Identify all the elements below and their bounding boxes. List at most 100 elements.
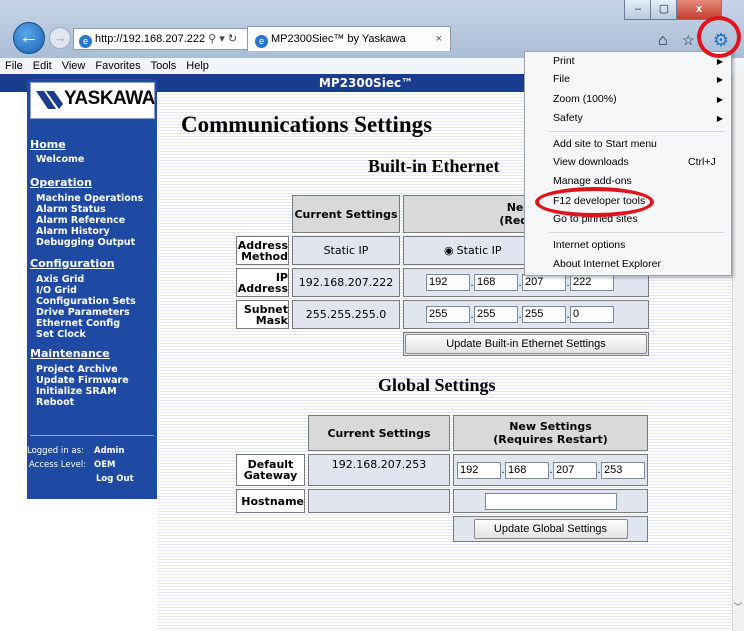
gateway-octet-2-input[interactable]: 168 [505,461,549,479]
ie-logo-icon: e [79,35,92,48]
yaskawa-logo-mark-icon [36,91,63,109]
back-arrow-icon[interactable]: ← [13,22,45,54]
global-settings-table: Current Settings New Settings (Requires R… [233,412,651,545]
ie-logo-icon: e [255,35,268,48]
subnet-octet-4-input[interactable]: 0 [570,306,614,323]
annotation-circle-f12 [535,187,654,217]
sidebar-item-alarm-history[interactable]: Alarm History [36,226,110,237]
menu-item-manage-addons[interactable]: Manage add-ons [553,175,632,187]
favorites-star-icon[interactable]: ☆ [682,32,695,49]
menu-edit[interactable]: Edit [28,58,57,74]
ip-octet-1-input[interactable]: 192 [426,274,470,291]
ethernet-heading: Built-in Ethernet [368,156,500,176]
vertical-scrollbar[interactable] [732,74,744,631]
sidebar-divider [30,435,154,436]
ip-address-current: 192.168.207.222 [292,268,400,297]
sidebar-item-configuration-sets[interactable]: Configuration Sets [36,296,136,307]
menu-item-safety[interactable]: Safety [553,112,583,124]
hostname-input[interactable] [484,492,617,510]
menu-item-add-to-start[interactable]: Add site to Start menu [553,138,657,150]
log-out-link[interactable]: Log Out [96,474,134,484]
menu-view[interactable]: View [57,58,91,74]
logged-in-user: Admin [94,446,125,456]
scroll-down-arrow-icon[interactable]: ﹀ [732,600,744,613]
gateway-octet-1-input[interactable]: 192 [457,461,501,479]
sidebar-heading-configuration[interactable]: Configuration [30,257,115,270]
subnet-mask-new: 255. 255. 255. 0 [403,300,649,329]
submenu-arrow-icon: ▶ [716,57,723,66]
sidebar-item-initialize-sram[interactable]: Initialize SRAM [36,386,117,397]
address-method-label: Address Method [236,236,289,265]
ip-octet-3-input[interactable]: 207 [522,274,566,291]
menu-tools[interactable]: Tools [146,58,182,74]
update-ethernet-button[interactable]: Update Built-in Ethernet Settings [405,334,647,354]
tab-close-icon[interactable]: × [436,27,442,51]
sidebar-item-io-grid[interactable]: I/O Grid [36,285,77,296]
ip-address-label: IP Address [236,268,289,297]
access-level-value: OEM [94,460,116,470]
forward-arrow-icon[interactable]: → [49,27,71,49]
sidebar-item-alarm-reference[interactable]: Alarm Reference [36,215,125,226]
hostname-label: Hostname [236,489,305,513]
ethernet-col-current: Current Settings [292,195,400,233]
gateway-octet-4-input[interactable]: 253 [601,461,645,479]
address-url: http://192.168.207.222 [95,33,206,45]
sidebar-item-set-clock[interactable]: Set Clock [36,329,86,340]
ip-octet-2-input[interactable]: 168 [474,274,518,291]
subnet-octet-2-input[interactable]: 255 [474,306,518,323]
subnet-octet-1-input[interactable]: 255 [426,306,470,323]
default-gateway-new: 192. 168. 207. 253 [453,454,648,486]
hostname-current [308,489,450,513]
home-icon[interactable]: ⌂ [658,32,668,50]
submenu-arrow-icon: ▶ [716,114,723,123]
update-global-button[interactable]: Update Global Settings [473,519,628,539]
menu-item-internet-options[interactable]: Internet options [553,239,625,251]
sidebar-item-alarm-status[interactable]: Alarm Status [36,204,106,215]
tab-title: MP2300Siec™ by Yaskawa [271,33,406,45]
gateway-octet-3-input[interactable]: 207 [553,461,597,479]
address-bar[interactable]: e http://192.168.207.222 ⚲ ▾ ↻ [73,28,248,50]
logo-text: YASKAWA [64,88,155,109]
menu-item-print[interactable]: Print [553,55,575,67]
default-gateway-current: 192.168.207.253 [308,454,450,486]
sidebar-item-reboot[interactable]: Reboot [36,397,74,408]
menu-separator [549,232,725,233]
subnet-octet-3-input[interactable]: 255 [522,306,566,323]
static-ip-radio-label: Static IP [456,244,502,257]
ip-octet-4-input[interactable]: 222 [570,274,614,291]
sidebar-item-welcome[interactable]: Welcome [36,154,84,165]
sidebar-item-machine-operations[interactable]: Machine Operations [36,193,143,204]
sidebar-item-drive-parameters[interactable]: Drive Parameters [36,307,130,318]
global-col-current: Current Settings [308,415,450,451]
menu-item-about-ie[interactable]: About Internet Explorer [553,258,661,270]
menu-item-zoom[interactable]: Zoom (100%) [553,93,617,105]
sidebar-heading-home[interactable]: Home [30,138,66,151]
address-controls[interactable]: ⚲ ▾ ↻ [208,33,237,45]
menu-item-view-downloads[interactable]: View downloads [553,156,629,168]
menu-favorites[interactable]: Favorites [90,58,145,74]
sidebar-item-ethernet-config[interactable]: Ethernet Config [36,318,120,329]
submenu-arrow-icon: ▶ [716,75,723,84]
sidebar-item-axis-grid[interactable]: Axis Grid [36,274,84,285]
access-level-label: Access Level: [29,460,87,470]
subnet-mask-current: 255.255.255.0 [292,300,400,329]
menu-help[interactable]: Help [181,58,214,74]
hostname-new [453,489,648,513]
sidebar-item-debugging-output[interactable]: Debugging Output [36,237,135,248]
sidebar-item-update-firmware[interactable]: Update Firmware [36,375,129,386]
menu-separator [549,131,725,132]
sidebar-item-project-archive[interactable]: Project Archive [36,364,118,375]
static-ip-radio[interactable]: ◉ [444,245,454,257]
maximize-button[interactable]: ▢ [650,0,678,20]
minimize-button[interactable]: – [624,0,652,20]
global-col-new: New Settings (Requires Restart) [453,415,648,451]
address-method-current: Static IP [292,236,400,265]
menu-item-file[interactable]: File [553,73,570,85]
browser-tab[interactable]: e MP2300Siec™ by Yaskawa × [247,26,451,51]
subnet-mask-label: Subnet Mask [236,300,289,329]
sidebar-heading-maintenance[interactable]: Maintenance [30,347,110,360]
ethernet-update-cell: Update Built-in Ethernet Settings [403,332,649,356]
menu-file[interactable]: File [0,58,28,74]
sidebar-heading-operation[interactable]: Operation [30,176,92,189]
submenu-arrow-icon: ▶ [716,95,723,104]
